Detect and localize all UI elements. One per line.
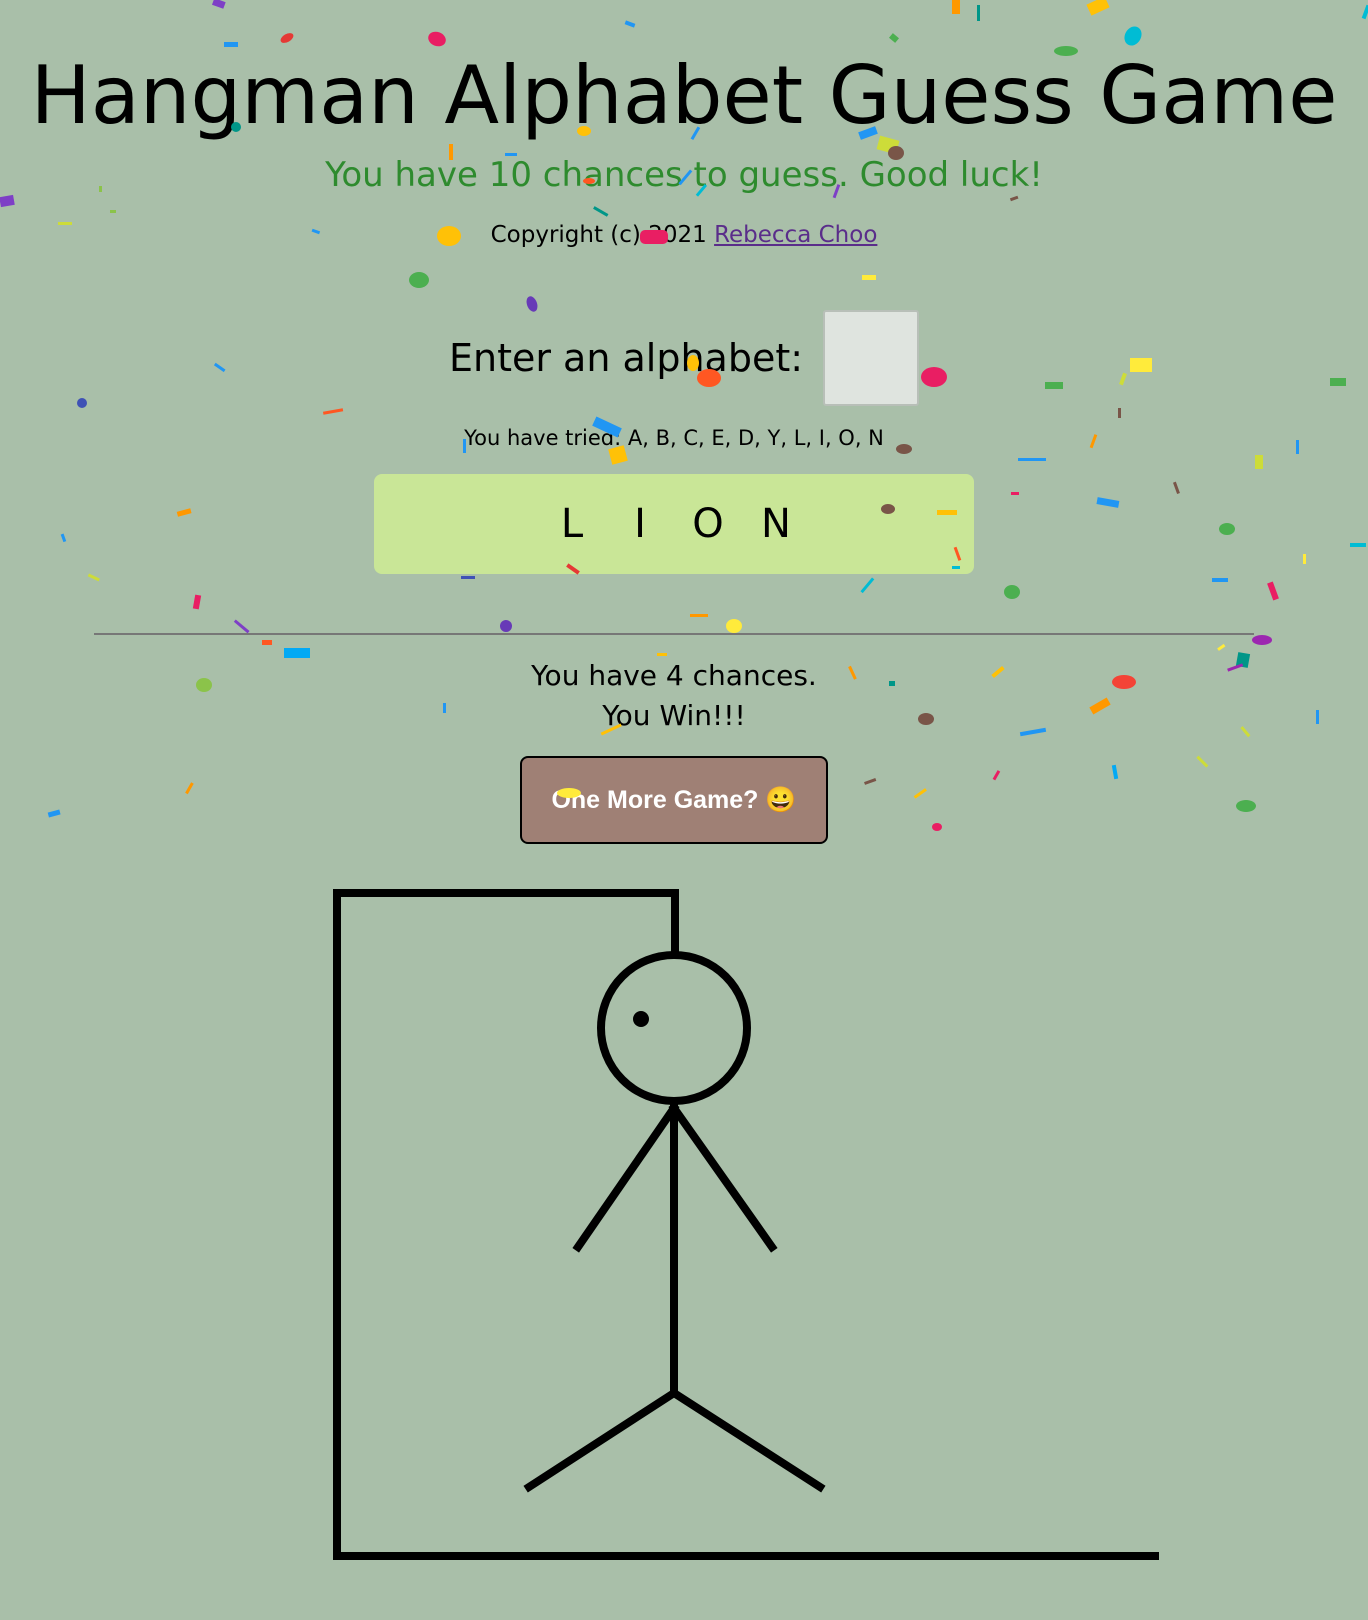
hangman-eye — [633, 1011, 649, 1027]
hangman-game-page: Hangman Alphabet Guess Game You have 10 … — [0, 0, 1368, 1620]
hangman-right-leg — [668, 1387, 826, 1493]
hangman-left-arm — [572, 1102, 680, 1253]
word-display: L I O N — [374, 474, 974, 574]
word-letter: O — [692, 501, 724, 547]
word-letter: L — [560, 501, 584, 547]
gallows — [333, 889, 1159, 1560]
guess-input-label: Enter an alphabet: — [448, 336, 804, 380]
hangman-head — [597, 951, 751, 1105]
hangman-left-leg — [523, 1387, 680, 1493]
tried-letters-list: A, B, C, E, D, Y, L, I, O, N — [627, 426, 884, 450]
word-letter: I — [634, 501, 646, 547]
hangman-right-arm — [668, 1102, 778, 1253]
instructions-subtitle: You have 10 chances to guess. Good luck! — [325, 155, 1043, 195]
guess-letter-input[interactable] — [823, 310, 920, 406]
chances-remaining: You have 4 chances. — [531, 659, 817, 692]
game-result: You Win!!! — [602, 699, 746, 732]
guess-entry-row: Enter an alphabet: — [0, 310, 1368, 406]
tried-letters: You have tried: A, B, C, E, D, Y, L, I, … — [0, 420, 1348, 456]
tried-label: You have tried: — [464, 426, 622, 450]
copyright-line: Copyright (c) 2021 Rebecca Choo — [0, 217, 1368, 253]
word-letter: N — [761, 501, 791, 547]
one-more-game-button[interactable]: One More Game? 😀 — [520, 756, 828, 844]
section-divider — [94, 633, 1254, 635]
author-link[interactable]: Rebecca Choo — [714, 222, 877, 248]
page-title: Hangman Alphabet Guess Game — [30, 49, 1338, 142]
copyright-text: Copyright (c) 2021 — [490, 222, 707, 248]
